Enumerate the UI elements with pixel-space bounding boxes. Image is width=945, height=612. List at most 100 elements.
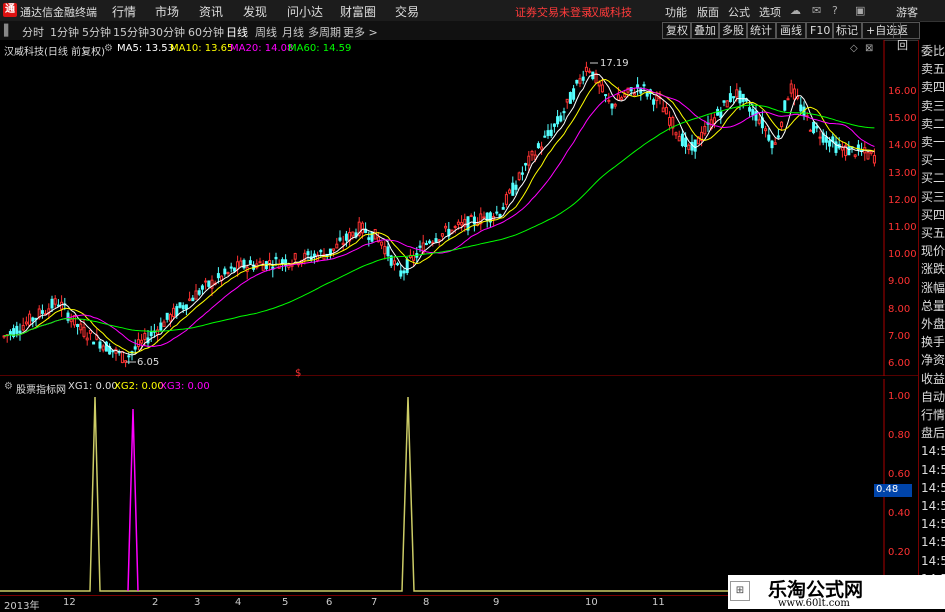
candle-body [773,142,777,145]
chart-options-icon[interactable]: ◇ [850,43,858,54]
candle-body [456,221,460,225]
candle-body [162,321,166,327]
indicator-chart[interactable]: ⚙ 股票指标网 XG1: 0.00 XG2: 0.00 XG3: 0.00 1.… [0,379,920,597]
menu-layout[interactable]: 版面 [697,4,719,20]
axis-label-month: 10 [585,597,598,608]
mark-button[interactable]: 标记 [832,22,862,39]
candle-body [741,93,745,102]
candle-body [693,139,697,152]
app-title: 通达信金融终端 [20,6,97,19]
candle-body [412,254,416,261]
kline-chart[interactable]: 汉威科技(日线 前复权) ⚙ MA5: 13.53 MA10: 13.65 MA… [0,40,920,379]
period-timeshare[interactable]: 分时 [22,24,44,40]
candle-body [136,339,140,348]
period-15min[interactable]: 15分钟 [113,24,149,40]
candle-body [8,331,12,335]
menu-quotes[interactable]: 行情 [112,3,136,20]
axis-label-month: 12 [63,597,76,608]
period-weekly[interactable]: 周线 [255,24,277,40]
menu-ask[interactable]: 问小达 [287,3,323,20]
menu-bar: 通 通达信金融终端 行情 市场 资讯 发现 问小达 财富圈 交易 证券交易未登录… [0,0,945,22]
envelope-icon[interactable]: ✉ [812,4,821,17]
indicator-canvas [0,379,885,595]
help-icon[interactable]: ? [832,4,838,17]
candle-body [840,147,844,151]
menu-discover[interactable]: 发现 [243,3,267,20]
candle-body [501,207,505,210]
candle-body [21,325,25,331]
axis-label-month: 2 [152,597,159,608]
candle-body [226,272,230,275]
menu-formula[interactable]: 公式 [728,4,750,20]
candle-body [508,189,512,194]
xg3-label: XG3: 0.00 [160,381,210,392]
candle-body [616,94,620,101]
candle-body [204,280,208,283]
period-30min[interactable]: 30分钟 [149,24,185,40]
login-status[interactable]: 证券交易未登录 [515,4,592,20]
candle-body [367,237,371,240]
period-more[interactable]: 更多 > [343,24,378,40]
candle-body [597,82,601,87]
price-tick-label: 16.00 [888,86,917,97]
candle-body [216,273,220,279]
draw-line-button[interactable]: 画线 [776,22,806,39]
overlay-button[interactable]: 叠加 [690,22,720,39]
ma60-label: MA60: 14.59 [288,43,352,54]
candle-body [552,123,556,127]
candle-body [620,97,624,100]
candle-body [556,116,560,125]
candle-body [584,66,588,72]
candle-body [504,194,508,205]
period-5min[interactable]: 5分钟 [82,24,111,40]
candle-body [645,92,649,97]
period-daily[interactable]: 日线 [226,24,248,40]
low-price-annotation: 6.05 [137,357,160,368]
ma10-label: MA10: 13.65 [170,43,234,54]
quote-panel-row: 买二 [921,171,945,186]
candle-body [248,260,252,264]
kline-canvas [0,40,920,376]
chart-title: 汉威科技(日线 前复权) [4,47,105,58]
back-button[interactable]: 返回 [893,22,920,52]
chart-settings-icon[interactable]: ⚙ [104,43,113,54]
multi-stock-button[interactable]: 多股 [718,22,748,39]
menu-market[interactable]: 市场 [155,3,179,20]
period-multi[interactable]: 多周期 [308,24,341,40]
period-monthly[interactable]: 月线 [282,24,304,40]
candle-body [524,163,528,166]
candle-body [751,109,755,116]
cloud-icon[interactable]: ☁ [790,4,801,17]
candle-body [546,130,550,136]
candle-body [719,111,723,118]
indicator-settings-icon[interactable]: ⚙ [4,381,13,392]
candle-body [24,321,28,325]
candle-body [380,241,384,246]
period-60min[interactable]: 60分钟 [188,24,224,40]
candle-body [178,302,182,308]
candle-body [188,298,192,301]
menu-wealth[interactable]: 财富圈 [340,3,376,20]
candle-body [69,318,73,323]
menu-trade[interactable]: 交易 [395,3,419,20]
candle-body [604,94,608,97]
f10-button[interactable]: F10 [806,22,835,39]
price-tick-label: 9.00 [888,276,911,288]
guest-label[interactable]: 游客 [896,4,918,20]
quote-panel-row: 14:50 [921,553,945,568]
candle-body [223,268,227,275]
candle-body [655,95,659,102]
notice-icon[interactable]: ▣ [855,4,865,17]
event-marker[interactable]: $ [295,368,301,379]
candle-body [725,100,729,108]
period-1min[interactable]: 1分钟 [50,24,79,40]
chart-close-icon[interactable]: ⊠ [865,43,873,54]
candle-body [588,70,592,73]
adjust-button[interactable]: 复权 [662,22,692,39]
toolbar-handle-icon[interactable]: ▌ [4,24,12,37]
menu-function[interactable]: 功能 [665,4,687,20]
menu-options[interactable]: 选项 [759,4,781,20]
menu-news[interactable]: 资讯 [199,3,223,20]
stats-button[interactable]: 统计 [746,22,776,39]
windows-logo-icon: ⊞ [730,581,750,601]
